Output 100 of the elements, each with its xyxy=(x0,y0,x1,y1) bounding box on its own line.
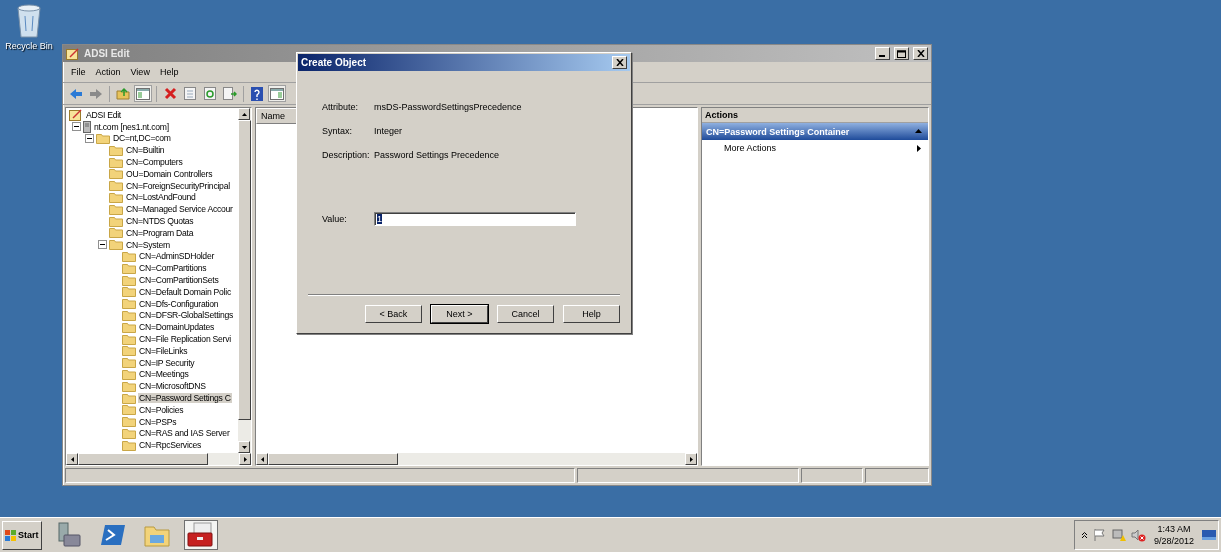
tree-item[interactable]: OU=Domain Controllers xyxy=(125,168,214,179)
folder-icon xyxy=(109,215,123,227)
menu-item[interactable]: View xyxy=(126,67,154,77)
tree-item[interactable]: CN=Dfs-Configuration xyxy=(138,298,220,309)
taskbar-button[interactable] xyxy=(184,520,218,550)
dialog-title: Create Object xyxy=(301,57,368,68)
tree-item[interactable]: CN=Meetings xyxy=(138,369,190,380)
scrollbar-thumb[interactable] xyxy=(238,120,251,420)
toolbar-button[interactable] xyxy=(134,85,152,102)
tree-item[interactable]: CN=Program Data xyxy=(125,227,195,238)
folder-icon xyxy=(122,357,136,369)
folder-icon xyxy=(122,404,136,416)
tree-item[interactable]: CN=ForeignSecurityPrincipal xyxy=(125,180,231,191)
folder-icon xyxy=(122,309,136,321)
maximize-button[interactable] xyxy=(894,47,909,60)
toolbar-button[interactable] xyxy=(201,85,219,102)
export-list-icon xyxy=(223,87,237,100)
desktop-icon-label[interactable]: Recycle Bin xyxy=(5,41,53,51)
tree-item[interactable]: CN=Default Domain Polic xyxy=(138,286,232,297)
left-arrow-icon xyxy=(68,455,76,463)
maximize-icon xyxy=(897,49,906,58)
field-label: Syntax: xyxy=(322,126,353,136)
menu-item[interactable]: Action xyxy=(91,67,125,77)
clock-date[interactable]: 9/28/2012 xyxy=(1153,535,1194,547)
tree-item[interactable]: CN=Policies xyxy=(138,404,185,415)
scroll-right-button[interactable] xyxy=(685,453,697,465)
scroll-left-button[interactable] xyxy=(66,453,78,465)
folder-icon xyxy=(109,168,123,180)
scrollbar-thumb[interactable] xyxy=(268,453,398,465)
up-arrow-icon xyxy=(240,110,248,118)
status-bar-section xyxy=(865,468,929,483)
tree-item[interactable]: CN=DFSR-GlobalSettings xyxy=(138,310,235,321)
folder-icon xyxy=(122,250,136,262)
delete-icon xyxy=(163,87,177,100)
tree-item[interactable]: CN=RAS and IAS Server xyxy=(138,428,231,439)
toolbar-button[interactable] xyxy=(181,85,199,102)
close-button[interactable] xyxy=(612,56,627,69)
tree-item[interactable]: CN=Password Settings C xyxy=(138,393,232,403)
collapse-icon[interactable] xyxy=(85,134,94,143)
folder-icon xyxy=(96,133,110,144)
tree-item[interactable]: CN=Computers xyxy=(125,157,184,168)
menu-item[interactable]: Help xyxy=(155,67,183,77)
close-button[interactable] xyxy=(913,47,928,60)
dialog-button[interactable]: Help xyxy=(563,305,620,323)
tree-item[interactable]: nt.com [nes1.nt.com] xyxy=(93,121,170,132)
help-icon xyxy=(251,86,263,101)
tree-item[interactable]: CN=ComPartitions xyxy=(138,263,208,274)
tree-item[interactable]: CN=AdminSDHolder xyxy=(138,251,216,262)
refresh-icon xyxy=(204,87,216,100)
tree-item[interactable]: CN=NTDS Quotas xyxy=(125,216,195,227)
folder-icon xyxy=(122,345,136,357)
dialog-button[interactable]: Cancel xyxy=(497,305,554,323)
tree-item[interactable]: CN=RpcServices xyxy=(138,440,203,451)
chevron-up-icon[interactable] xyxy=(1080,531,1088,539)
scroll-up-button[interactable] xyxy=(238,108,250,120)
tree-item[interactable]: CN=ComPartitionSets xyxy=(138,275,220,286)
toolbar-button[interactable] xyxy=(248,85,266,102)
folder-icon xyxy=(122,392,136,404)
collapse-icon[interactable] xyxy=(72,122,81,132)
tree-item[interactable]: ADSI Edit xyxy=(85,109,122,120)
tree-item[interactable]: CN=Managed Service Accour xyxy=(125,204,234,215)
action-item[interactable]: More Actions xyxy=(702,140,928,153)
back-arrow-icon xyxy=(69,87,83,100)
folder-icon xyxy=(122,380,136,392)
tree-item[interactable]: DC=nt,DC=com xyxy=(112,133,172,144)
folder-icon xyxy=(122,333,136,345)
tree-item[interactable]: CN=System xyxy=(125,239,171,250)
tree-item[interactable]: CN=IP Security xyxy=(138,357,196,368)
tree-item[interactable]: CN=FileLinks xyxy=(138,345,189,356)
tree-item[interactable]: CN=File Replication Servi xyxy=(138,334,232,345)
action-section-header[interactable]: CN=Password Settings Container xyxy=(702,123,928,140)
folder-icon xyxy=(109,239,123,251)
dialog-button[interactable]: Next > xyxy=(431,305,488,323)
scrollbar-thumb[interactable] xyxy=(78,453,208,465)
folder-icon xyxy=(122,427,136,439)
toolbar-button[interactable] xyxy=(221,85,239,102)
folder-icon xyxy=(144,523,170,547)
speaker-muted-icon[interactable] xyxy=(1130,528,1146,542)
value-field[interactable]: 1 xyxy=(374,212,576,226)
tree-item[interactable]: CN=LostAndFound xyxy=(125,192,197,203)
properties-icon xyxy=(184,87,196,100)
scroll-left-button[interactable] xyxy=(256,453,268,465)
toolbar-button[interactable] xyxy=(268,85,286,102)
folder-icon xyxy=(109,144,123,156)
start-button[interactable]: Start xyxy=(2,520,42,550)
menu-item[interactable]: File xyxy=(67,67,90,77)
recycle-bin-icon[interactable] xyxy=(15,4,43,38)
minimize-button[interactable] xyxy=(875,47,890,60)
collapse-icon[interactable] xyxy=(98,240,107,250)
scroll-right-button[interactable] xyxy=(239,453,251,465)
tree-item[interactable]: CN=Builtin xyxy=(125,145,166,156)
show-desktop-icon[interactable] xyxy=(1202,529,1216,541)
tree-item[interactable]: CN=MicrosoftDNS xyxy=(138,381,207,392)
scroll-down-button[interactable] xyxy=(238,441,250,453)
shell-prompt-icon xyxy=(100,524,126,546)
tree-item[interactable]: CN=PSPs xyxy=(138,416,178,427)
dialog-button[interactable]: < Back xyxy=(365,305,422,323)
tree-item[interactable]: CN=DomainUpdates xyxy=(138,322,216,333)
clock-time[interactable]: 1:43 AM xyxy=(1157,523,1191,535)
folder-icon xyxy=(122,368,136,380)
